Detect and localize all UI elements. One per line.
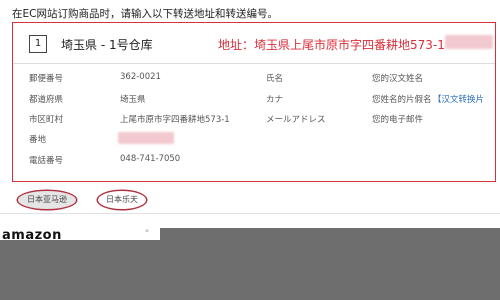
city-label: 市区町村 [29,115,64,125]
street-number-label: 番地 [29,135,47,145]
postal-code-label: 郵便番号 [29,74,64,84]
address-label: 地址： [218,38,255,52]
warehouse-header: 1 埼玉県 - 1号仓库 地址： 埼玉県上尾市原市字四番耕地573-1 [13,23,495,64]
warehouse-card: 1 埼玉県 - 1号仓库 地址： 埼玉県上尾市原市字四番耕地573-1 郵便番号… [12,22,496,182]
address-value[interactable]: 埼玉県上尾市原市字四番耕地573-1 [254,36,445,53]
postal-code-value[interactable]: 362-0021 [120,72,161,82]
text-fragment: " [145,229,150,239]
email-value[interactable]: 您的电子邮件 [372,113,423,125]
kana-value[interactable]: 您姓名的片假名 [372,93,432,105]
instruction-text: 在EC网站订购商品时，请输入以下转送地址和转送编号。 [12,8,278,20]
phone-label: 電話番号 [29,156,64,166]
store-tabs-bar: 日本亚马逊 日本乐天 [0,187,500,214]
email-label: メールアドレス [266,115,326,125]
name-label: 氏名 [266,74,284,84]
phone-value[interactable]: 048-741-7050 [120,154,180,164]
prefecture-label: 都道府県 [29,95,64,105]
kana-convert-link[interactable]: 【汉文转换片 [433,93,484,105]
name-value[interactable]: 您的汉文姓名 [372,72,423,84]
tab-rakuten-japan[interactable]: 日本乐天 [98,191,146,209]
kana-label: カナ [266,95,284,105]
gray-overlay-panel [0,240,500,300]
tab-amazon-japan[interactable]: 日本亚马逊 [18,191,76,209]
warehouse-number: 1 [29,35,47,53]
redacted-address-suffix [445,35,493,49]
prefecture-value[interactable]: 埼玉県 [120,93,146,105]
warehouse-name: 埼玉県 - 1号仓库 [61,38,153,52]
city-value[interactable]: 上尾市原市字四番耕地573-1 [120,113,230,125]
redacted-street-number [118,132,174,144]
